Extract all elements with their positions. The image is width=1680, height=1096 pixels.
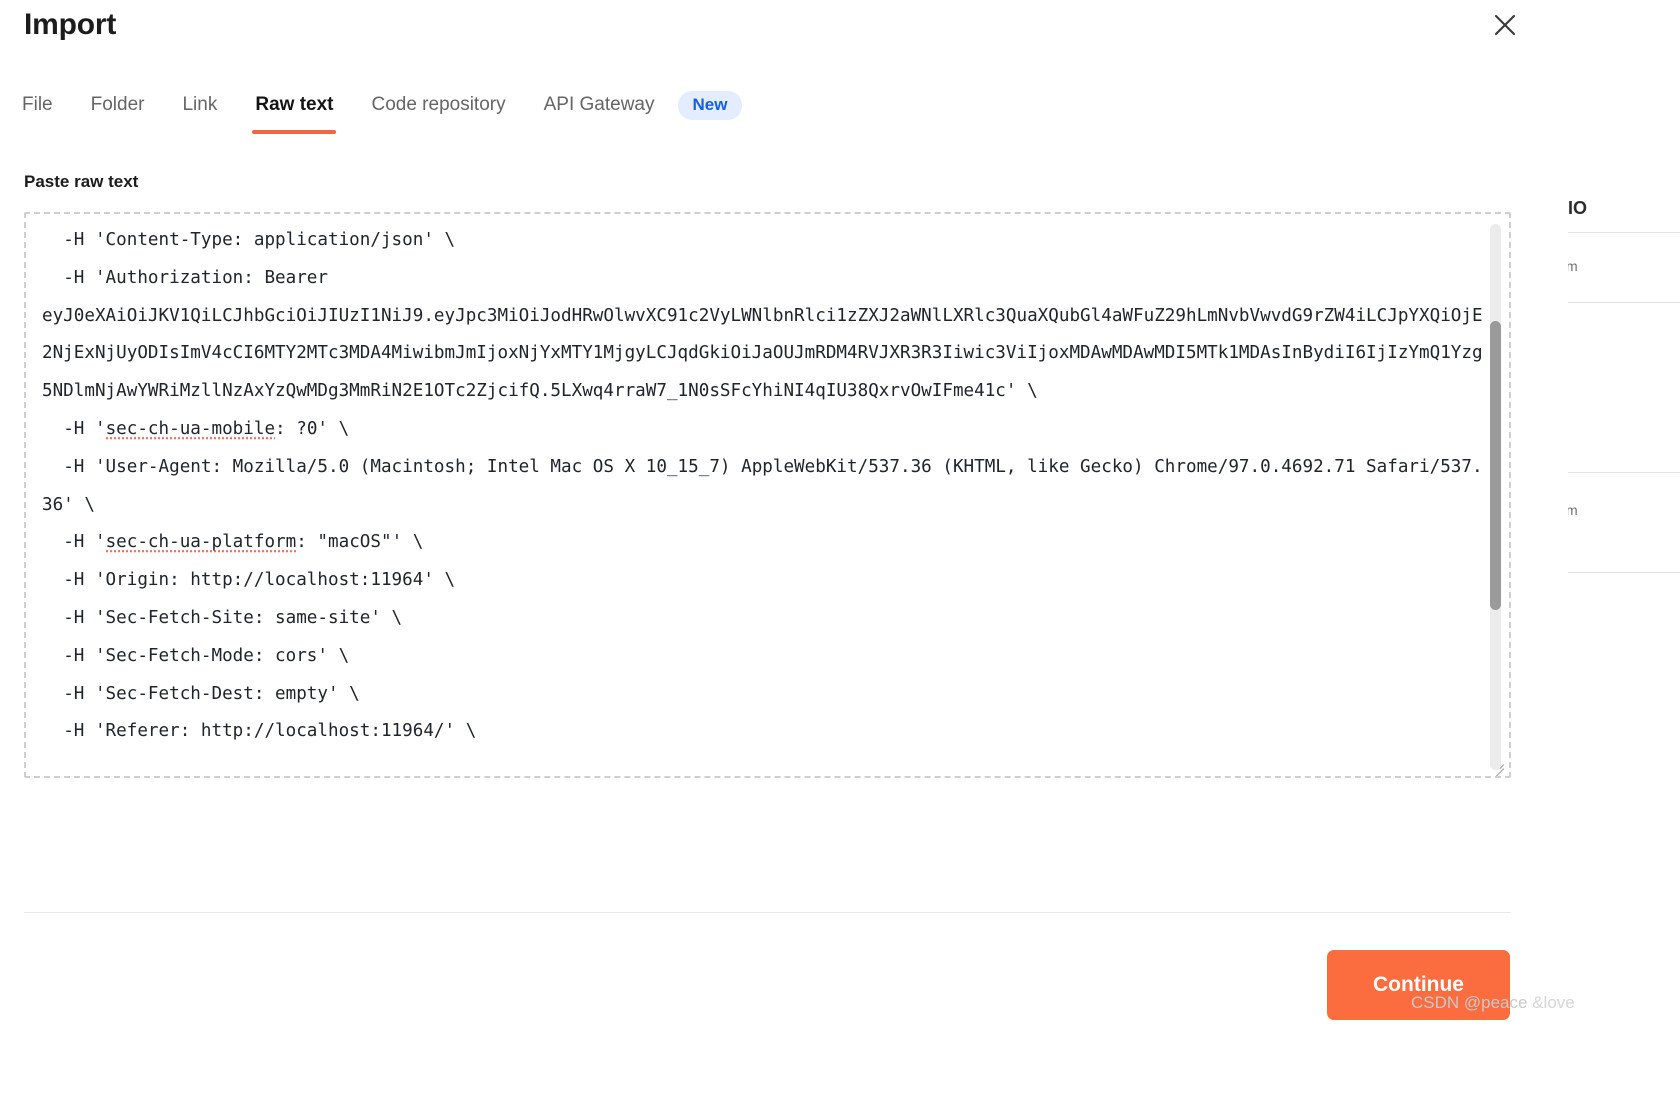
tab-link[interactable]: Link	[163, 90, 236, 134]
tab-raw-text[interactable]: Raw text	[236, 90, 352, 134]
resize-handle[interactable]	[1490, 757, 1506, 776]
tab-api-gateway[interactable]: API Gateway	[525, 90, 674, 134]
tab-label: Link	[182, 94, 218, 115]
background-panel-title: IO	[1568, 198, 1588, 218]
continue-button[interactable]: Continue	[1327, 950, 1510, 1020]
tab-label: Folder	[90, 94, 145, 115]
tab-code-repository[interactable]: Code repository	[352, 90, 524, 134]
background-divider	[1560, 232, 1680, 233]
raw-text-scroll-thumb[interactable]	[1490, 321, 1501, 610]
raw-text-segment: -H 'Content-Type: application/json' \ -H…	[42, 230, 1483, 439]
tab-label: Code repository	[371, 94, 506, 115]
background-divider	[1560, 302, 1680, 303]
raw-text-content[interactable]: -H 'Content-Type: application/json' \ -H…	[42, 222, 1483, 751]
new-badge[interactable]: New	[677, 90, 743, 120]
background-divider	[1560, 572, 1680, 573]
tab-label: Raw text	[255, 94, 334, 115]
tab-folder[interactable]: Folder	[72, 90, 164, 134]
import-source-tabs: File Folder Link Raw text Code repositor…	[22, 90, 743, 134]
tab-file[interactable]: File	[22, 90, 72, 134]
tab-label: File	[22, 94, 53, 115]
background-divider	[1560, 472, 1680, 473]
spellcheck-underlined-word: sec-ch-ua-mobile	[105, 418, 276, 441]
raw-text-segment: : "macOS"' \ -H 'Origin: http://localhos…	[63, 532, 477, 742]
raw-text-field[interactable]: -H 'Content-Type: application/json' \ -H…	[24, 212, 1511, 778]
page-title: Import	[24, 8, 117, 41]
spellcheck-underlined-word: sec-ch-ua-platform	[105, 532, 297, 555]
raw-text-scrollbar[interactable]	[1490, 224, 1501, 770]
paste-raw-text-label: Paste raw text	[24, 172, 139, 191]
background-side-panel: IO m m	[1560, 0, 1680, 1096]
import-dialog: Import File Folder Link Raw text Code re…	[0, 0, 1568, 1096]
footer-divider	[24, 912, 1511, 913]
close-icon	[1490, 10, 1520, 40]
tab-label: API Gateway	[543, 94, 655, 115]
close-button[interactable]	[1486, 6, 1524, 44]
